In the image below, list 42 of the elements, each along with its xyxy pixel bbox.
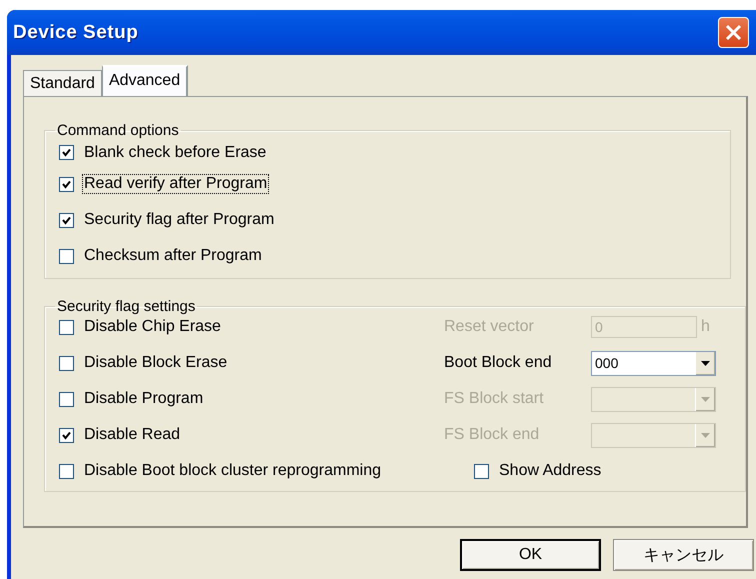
group-title: Command options	[56, 122, 180, 139]
checkmark-icon	[62, 180, 71, 188]
field-label: Boot Block end	[444, 354, 553, 372]
checkbox[interactable]	[59, 145, 74, 160]
checkbox[interactable]	[59, 176, 74, 192]
checkbox-label[interactable]: Blank check before Erase	[82, 142, 268, 162]
field-label: FS Block end	[444, 426, 540, 444]
checkbox-label[interactable]: Show Address	[499, 462, 602, 480]
checkbox[interactable]	[59, 464, 74, 478]
checkbox[interactable]	[474, 464, 489, 478]
window-title: Device Setup	[13, 22, 138, 44]
dropdown[interactable]: 000	[591, 350, 716, 376]
caret-icon	[701, 396, 710, 402]
checkbox[interactable]	[59, 320, 74, 334]
checkbox[interactable]	[59, 428, 74, 442]
unit-label: h	[701, 318, 710, 336]
field-label: Reset vector	[444, 318, 535, 336]
checkbox-label[interactable]: Disable Read	[84, 426, 180, 444]
checkbox-label[interactable]: Disable Boot block cluster reprogramming	[84, 462, 382, 480]
checkbox-label[interactable]: Security flag after Program	[82, 210, 276, 230]
checkbox-label[interactable]: Disable Program	[84, 390, 204, 408]
checkbox-label[interactable]: Disable Block Erase	[84, 354, 228, 372]
dialog-button[interactable]: OK	[460, 539, 601, 571]
group-title: Security flag settings	[56, 298, 196, 315]
field-label: FS Block start	[444, 390, 545, 408]
caret-icon	[701, 360, 710, 366]
checkbox-label[interactable]: Disable Chip Erase	[84, 318, 221, 336]
dialog-button[interactable]: キャンセル	[613, 539, 754, 571]
checkbox[interactable]	[59, 248, 74, 264]
close-icon	[724, 23, 743, 42]
checkmark-icon	[62, 430, 71, 440]
tab[interactable]: Standard	[23, 70, 102, 96]
checkbox[interactable]	[59, 212, 74, 228]
checkbox-label[interactable]: Read verify after Program	[82, 174, 270, 194]
checkbox[interactable]	[59, 392, 74, 406]
close-button[interactable]	[718, 17, 749, 48]
checkbox-label[interactable]: Checksum after Program	[82, 246, 264, 266]
checkbox[interactable]	[59, 356, 74, 370]
tab[interactable]: Advanced	[102, 65, 188, 96]
caret-icon	[701, 432, 710, 438]
checkmark-icon	[62, 148, 71, 157]
checkmark-icon	[62, 216, 71, 224]
